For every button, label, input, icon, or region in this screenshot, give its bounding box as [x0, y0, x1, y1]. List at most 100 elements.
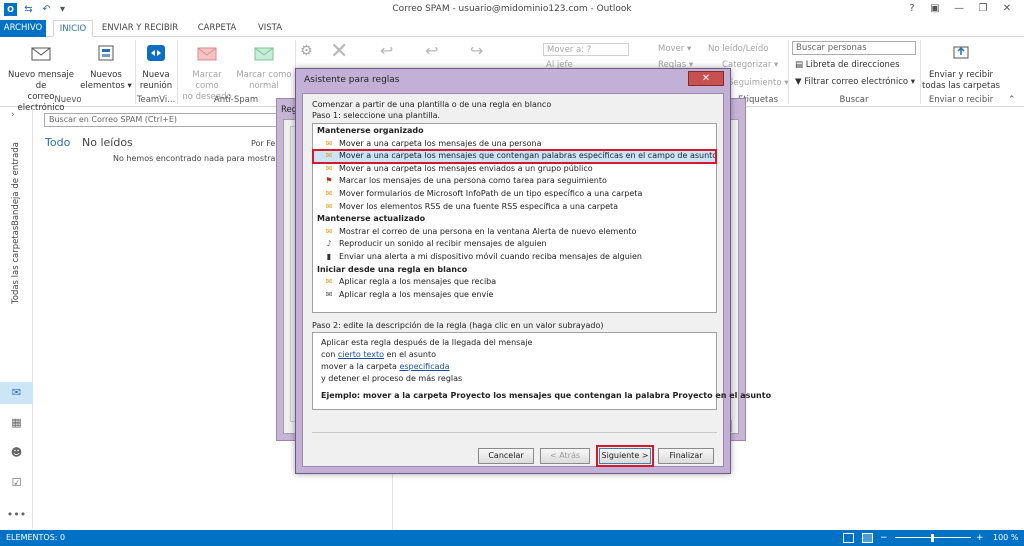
delete-icon[interactable]: ✕ — [330, 39, 348, 64]
zoom-out-icon[interactable]: − — [880, 530, 888, 546]
mark-junk-button[interactable]: Marcar como no deseado — [180, 43, 234, 103]
template-move-infopath[interactable]: ✉ Mover formularios de Microsoft InfoPath… — [313, 188, 716, 201]
zoom-slider-thumb[interactable] — [931, 534, 934, 542]
cancel-button[interactable]: Cancelar — [478, 448, 534, 464]
address-book-button[interactable]: ▤ Libreta de direcciones — [795, 59, 900, 71]
template-list[interactable]: Mantenerse organizado ✉ Mover a una carpe… — [312, 123, 717, 313]
template-move-subject-words[interactable]: ✉ Mover a una carpeta los mensajes que co… — [312, 149, 717, 164]
reading-view-icon[interactable] — [862, 533, 873, 543]
mark-junk-label-1: Marcar como — [192, 70, 222, 91]
items-count: ELEMENTOS: 0 — [6, 533, 66, 542]
send-receive-label-1: Enviar y recibir — [928, 70, 994, 80]
back-button[interactable]: < Atrás — [540, 448, 590, 464]
sort-by[interactable]: Por Fe — [251, 139, 275, 148]
nav-todas-carpetas[interactable]: Todas las carpetas — [11, 226, 21, 304]
folder-mail-icon: ✉ — [325, 138, 333, 148]
group-label-teamviewer: TeamVi... — [136, 95, 176, 105]
normal-view-icon[interactable] — [843, 533, 854, 543]
template-flag-followup[interactable]: ⚑ Marcar los mensajes de una persona como… — [313, 175, 716, 188]
flag-icon: ⚑ — [325, 176, 333, 186]
rule-description-box[interactable]: Aplicar esta regla después de la llegada… — [312, 332, 771, 410]
mail-icon[interactable]: ✉ — [0, 382, 33, 404]
specific-words-link[interactable]: cierto texto — [338, 350, 384, 359]
collapse-ribbon-icon[interactable]: ⌃ — [1008, 95, 1016, 105]
wizard-body: Comenzar a partir de una plantilla o de … — [302, 93, 771, 467]
tab-vista[interactable]: VISTA — [250, 20, 290, 37]
wizard-step2: Paso 2: edite la descripción de la regla… — [312, 321, 604, 330]
expand-pane-icon[interactable]: › — [11, 110, 15, 120]
tab-enviar-recibir[interactable]: ENVIAR Y RECIBIR — [100, 20, 180, 37]
template-label: Mover a una carpeta los mensajes de una … — [339, 138, 542, 148]
template-label: Mover los elementos RSS de una fuente RS… — [339, 201, 619, 211]
template-apply-received[interactable]: ✉ Aplicar regla a los mensajes que reciba — [313, 276, 716, 289]
template-label: Mover a una carpeta los mensajes enviado… — [339, 163, 593, 173]
template-play-sound[interactable]: ♪ Reproducir un sonido al recibir mensaje… — [313, 238, 716, 251]
close-icon[interactable]: ✕ — [998, 2, 1016, 16]
send-receive-label-2: todas las carpetas — [922, 81, 1000, 91]
nav-bandeja-entrada[interactable]: Bandeja de entrada — [11, 142, 21, 226]
minimize-icon[interactable]: — — [950, 2, 968, 16]
next-button[interactable]: Siguiente > — [596, 445, 654, 467]
new-email-label-1: Nuevo mensaje de — [7, 70, 75, 91]
calendar-icon[interactable]: ▦ — [0, 412, 33, 434]
rule-desc-text: mover a la carpeta — [321, 362, 400, 371]
reply-icon[interactable]: ↩ — [380, 41, 393, 60]
group-separator — [788, 40, 789, 104]
group-separator — [177, 40, 178, 104]
tab-inicio[interactable]: INICIO — [53, 20, 93, 37]
quick-step-mover[interactable]: Mover a: ? — [543, 43, 629, 56]
read-unread-button[interactable]: No leído/Leído — [708, 43, 768, 55]
mark-normal-button[interactable]: Marcar como normal — [236, 43, 292, 92]
reply-all-icon[interactable]: ↩ — [425, 41, 438, 60]
filter-icon: ▼ — [795, 77, 805, 87]
cleanup-icon[interactable]: ⚙ — [300, 43, 313, 59]
address-book-icon: ▤ — [795, 60, 806, 70]
folder-nav: › Bandeja de entrada Todas las carpetas … — [0, 108, 33, 528]
tasks-icon[interactable]: ☑ — [0, 472, 33, 494]
template-apply-sent[interactable]: ✉ Aplicar regla a los mensajes que envíe — [313, 289, 716, 302]
zoom-in-icon[interactable]: + — [976, 530, 984, 546]
template-move-rss[interactable]: ✉ Mover los elementos RSS de una fuente R… — [313, 201, 716, 214]
rule-desc-line3: mover a la carpeta especificada — [321, 362, 450, 371]
wizard-close-button[interactable]: ✕ — [688, 71, 724, 86]
template-move-public-group[interactable]: ✉ Mover a una carpeta los mensajes enviad… — [313, 163, 716, 176]
outlook-window: O ⇆ ↶ ▾ Correo SPAM - usuario@midominio1… — [0, 0, 1024, 546]
ribbon-display-icon[interactable]: ▣ — [926, 2, 944, 16]
new-items-button[interactable]: Nuevos elementos ▾ — [80, 43, 132, 92]
tab-archivo[interactable]: ARCHIVO — [0, 20, 46, 37]
template-mobile-alert[interactable]: ▮ Enviar una alerta a mi dispositivo móvi… — [313, 251, 716, 264]
finish-button[interactable]: Finalizar — [658, 448, 714, 464]
wizard-title: Asistente para reglas — [304, 75, 400, 85]
send-receive-all-icon — [953, 46, 969, 59]
folder-mail-icon: ✉ — [325, 151, 333, 161]
filter-todo[interactable]: Todo — [45, 136, 70, 149]
rule-desc-text: con — [321, 350, 338, 359]
rule-desc-line2: con cierto texto en el asunto — [321, 350, 436, 359]
followup-button[interactable]: Seguimiento ▾ — [728, 77, 789, 89]
filter-no-leidos[interactable]: No leídos — [82, 136, 133, 149]
rule-desc-text: en el asunto — [384, 350, 437, 359]
more-icon[interactable]: ••• — [0, 504, 33, 526]
template-show-alert[interactable]: ✉ Mostrar el correo de una persona en la … — [313, 226, 716, 239]
help-icon[interactable]: ? — [903, 2, 921, 16]
message-list: Buscar en Correo SPAM (Ctrl+E) Todo No l… — [34, 108, 280, 528]
move-button[interactable]: Mover ▾ — [658, 43, 691, 55]
new-meeting-button[interactable]: Nueva reunión — [138, 43, 174, 92]
people-icon[interactable]: ☻ — [0, 442, 33, 464]
search-mail-input[interactable]: Buscar en Correo SPAM (Ctrl+E) — [44, 113, 280, 127]
rule-example: Ejemplo: mover a la carpeta Proyecto los… — [321, 391, 772, 400]
search-people-input[interactable]: Buscar personas — [792, 41, 916, 55]
status-bar: ELEMENTOS: 0 − + 100 % — [0, 530, 1024, 546]
restore-icon[interactable]: ❐ — [974, 2, 992, 16]
filter-email-button[interactable]: ▼ Filtrar correo electrónico ▾ — [795, 76, 915, 88]
rule-desc-line1: Aplicar esta regla después de la llegada… — [321, 338, 533, 347]
group-label-nuevo: Nuevo — [54, 95, 82, 105]
forward-icon[interactable]: ↪ — [470, 41, 483, 60]
new-meeting-label-1: Nueva — [142, 70, 170, 80]
tab-carpeta[interactable]: CARPETA — [190, 20, 244, 37]
send-receive-all-button[interactable]: Enviar y recibir todas las carpetas — [922, 43, 1000, 92]
template-move-from-person[interactable]: ✉ Mover a una carpeta los mensajes de una… — [313, 138, 716, 151]
specified-folder-link[interactable]: especificada — [399, 362, 449, 371]
template-label: Aplicar regla a los mensajes que envíe — [339, 289, 494, 299]
new-items-label-2: elementos ▾ — [80, 81, 132, 91]
